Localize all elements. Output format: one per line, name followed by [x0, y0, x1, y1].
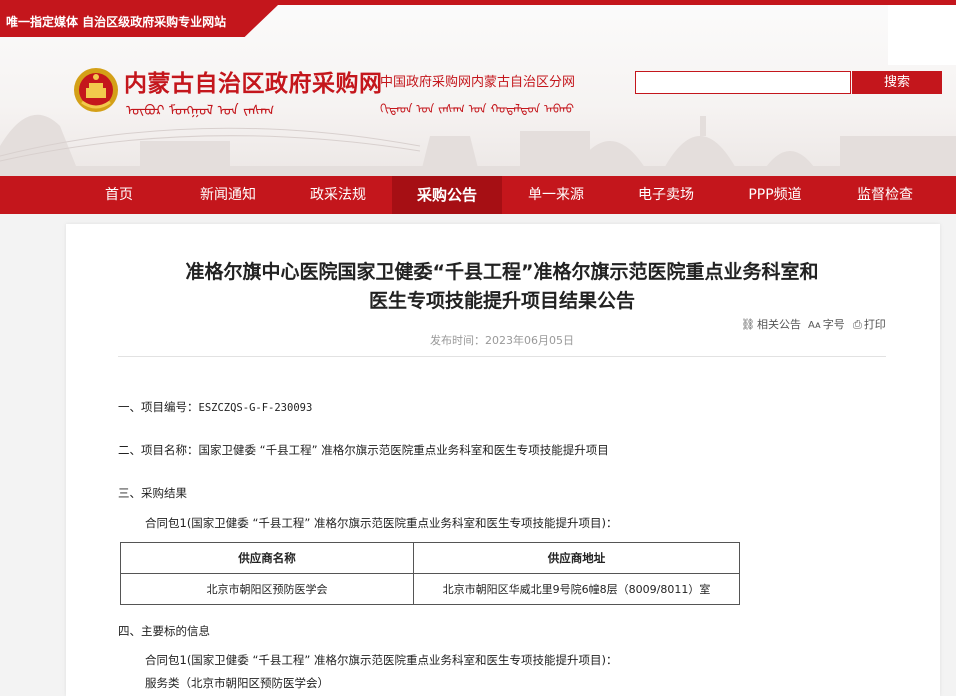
supplier-table: 供应商名称 供应商地址 北京市朝阳区预防医学会 北京市朝阳区华威北里9号院6幢8…	[120, 542, 740, 605]
related-notices-link[interactable]: ⛓ 相关公告	[741, 316, 801, 332]
section-main-subject: 四、主要标的信息	[118, 624, 210, 638]
table-row: 北京市朝阳区预防医学会 北京市朝阳区华威北里9号院6幢8层（8009/8011）…	[120, 573, 740, 605]
mongolian-site-subtitle: ᠬᠢᠲᠠᠳ ᠤᠨ ᠵᠠᠰᠠᠭ ᠤᠨ ᠬᠤᠳᠠᠯᠳᠤᠨ ᠠᠪᠬᠤ	[380, 102, 575, 116]
nav-item-procurement-notices[interactable]: 采购公告	[392, 176, 502, 214]
section-project-name: 二、项目名称：国家卫健委 “千县工程” 准格尔旗示范医院重点业务科室和医生专项技…	[118, 443, 609, 457]
column-header-supplier-address: 供应商地址	[413, 542, 740, 574]
font-size-icon: Aᴀ	[808, 320, 821, 331]
link-icon: ⛓	[741, 318, 755, 331]
article-title: 准格尔旗中心医院国家卫健委“千县工程”准格尔旗示范医院重点业务科室和 医生专项技…	[0, 258, 956, 316]
font-size-label: 字号	[822, 318, 845, 331]
related-notices-label: 相关公告	[756, 318, 801, 331]
project-number-label: 一、项目编号：	[118, 400, 199, 414]
table-header-row: 供应商名称 供应商地址	[120, 542, 740, 574]
search-button[interactable]: 搜索	[852, 71, 942, 94]
font-size-button[interactable]: Aᴀ 字号	[808, 316, 845, 332]
column-header-supplier-name: 供应商名称	[120, 542, 414, 574]
nav-item-home[interactable]: 首页	[86, 176, 152, 214]
title-divider	[118, 356, 886, 357]
service-type-line: 服务类（北京市朝阳区预防医学会）	[145, 676, 329, 690]
section-project-number: 一、项目编号：ESZCZQS-G-F-230093	[118, 399, 312, 415]
site-title: 内蒙古自治区政府采购网	[124, 71, 383, 97]
publish-time: 发布时间：2023年06月05日	[430, 334, 574, 347]
site-subtitle: 中国政府采购网内蒙古自治区分网	[380, 75, 576, 90]
nav-item-single-source[interactable]: 单一来源	[516, 176, 596, 214]
nav-item-e-mall[interactable]: 电子卖场	[626, 176, 706, 214]
top-strip	[0, 0, 956, 5]
nav-item-news[interactable]: 新闻通知	[188, 176, 268, 214]
print-button[interactable]: ⎙ 打印	[853, 316, 886, 332]
tagline: 唯一指定媒体 自治区级政府采购专业网站	[6, 15, 227, 29]
contract-package-line-2: 合同包1(国家卫健委 “千县工程” 准格尔旗示范医院重点业务科室和医生专项技能提…	[145, 653, 618, 667]
printer-icon: ⎙	[853, 318, 862, 331]
header-corner	[888, 5, 956, 65]
supplier-address-cell: 北京市朝阳区华威北里9号院6幢8层（8009/8011）室	[413, 573, 740, 605]
print-label: 打印	[863, 318, 886, 331]
article-title-line2: 医生专项技能提升项目结果公告	[368, 290, 635, 312]
search-input[interactable]	[635, 71, 851, 94]
nav-item-regulations[interactable]: 政采法规	[298, 176, 378, 214]
section-procurement-result: 三、采购结果	[118, 486, 187, 500]
supplier-name-cell: 北京市朝阳区预防医学会	[120, 573, 414, 605]
main-nav: 首页 新闻通知 政采法规 采购公告 单一来源 电子卖场 PPP频道 监督检查	[0, 176, 956, 214]
mongolian-site-title: ᠥᠪᠥᠷ ᠮᠣᠩᠭᠣᠯ ᠤᠨ ᠵᠠᠰᠠᠭ	[126, 103, 275, 119]
nav-item-ppp[interactable]: PPP频道	[735, 176, 815, 214]
project-number-value: ESZCZQS-G-F-230093	[198, 402, 313, 414]
contract-package-line: 合同包1(国家卫健委 “千县工程” 准格尔旗示范医院重点业务科室和医生专项技能提…	[145, 516, 618, 530]
nav-item-supervision[interactable]: 监督检查	[845, 176, 925, 214]
article-title-line1: 准格尔旗中心医院国家卫健委“千县工程”准格尔旗示范医院重点业务科室和	[185, 261, 819, 283]
site-header: 唯一指定媒体 自治区级政府采购专业网站 内蒙古自治区政府采购网 中国政府采购网内…	[0, 0, 956, 176]
national-emblem-icon	[74, 68, 118, 112]
